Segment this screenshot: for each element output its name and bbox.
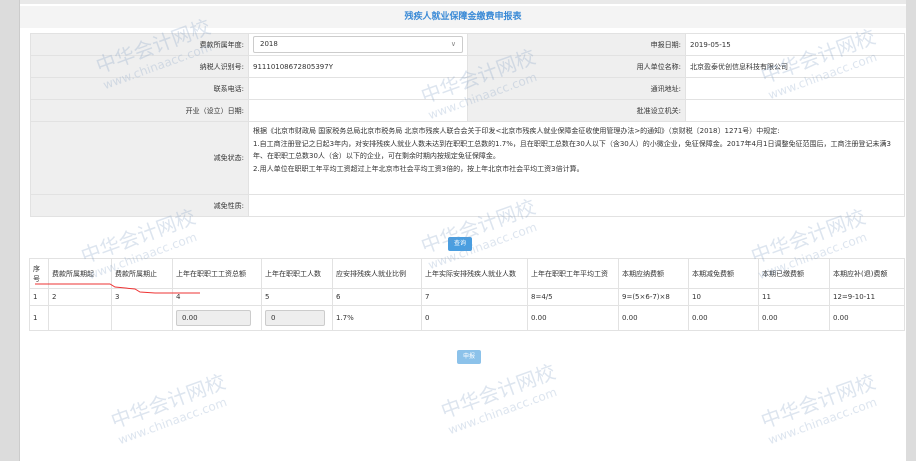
phone-label: 联系电话:	[30, 77, 249, 100]
exempt-status-label: 减免状态:	[30, 121, 249, 195]
address-label: 通讯地址:	[467, 77, 686, 100]
index-cell: 8=4/5	[527, 288, 619, 306]
exempt-notes: 根据《北京市财政局 国家税务总局北京市税务局 北京市残疾人联合会关于印发<北京市…	[248, 121, 905, 195]
employer-label: 用人单位名称:	[467, 55, 686, 78]
year-select[interactable]: 2018 ∨	[253, 36, 463, 53]
open-date-label: 开业（设立）日期:	[30, 99, 249, 122]
due-cell: 0.00	[618, 305, 689, 331]
red-annotation-line	[35, 283, 200, 294]
year-label: 费款所属年度:	[30, 33, 249, 56]
exempt-note: 2.用人单位在职职工年平均工资超过上年北京市社会平均工资3倍的，按上年北京市社会…	[253, 165, 584, 173]
date-label: 申报日期:	[467, 33, 686, 56]
index-cell: 10	[688, 288, 759, 306]
approval-label: 批准设立机关:	[467, 99, 686, 122]
exempt-cell: 0.00	[688, 305, 759, 331]
chevron-down-icon: ∨	[450, 40, 456, 48]
index-cell: 6	[332, 288, 422, 306]
taxid-label: 纳税人识别号:	[30, 55, 249, 78]
total-wage-input[interactable]: 0.00	[176, 310, 251, 326]
index-cell: 12=9-10-11	[829, 288, 905, 306]
year-value: 2018	[260, 40, 278, 48]
col-header: 本期减免费额	[688, 258, 759, 289]
phone-value	[248, 77, 468, 100]
balance-cell: 0.00	[829, 305, 905, 331]
col-header: 应安排残疾人就业比例	[332, 258, 422, 289]
taxid-value: 91110108672805397Y	[248, 55, 468, 78]
exempt-note: 1.自工商注册登记之日起3年内，对安排残疾人就业人数未达到在职职工总数的1.7%…	[253, 140, 891, 160]
page-title: 残疾人就业保障金缴费申报表	[20, 6, 906, 28]
staff-count-input[interactable]: 0	[265, 310, 325, 326]
col-header: 本期已缴费额	[758, 258, 830, 289]
actual-disabled-cell: 0	[421, 305, 528, 331]
avg-wage-cell: 0.00	[527, 305, 619, 331]
submit-button[interactable]: 申报	[457, 350, 482, 364]
index-cell: 5	[261, 288, 333, 306]
col-header: 本期应纳费额	[618, 258, 689, 289]
col-header: 本期应补(退)费额	[829, 258, 905, 289]
seq-cell: 1	[29, 305, 49, 331]
employer-value: 北京盈泰优创信息科技有限公司	[685, 55, 905, 78]
exempt-note: 根据《北京市财政局 国家税务总局北京市税务局 北京市残疾人联合会关于印发<北京市…	[253, 127, 780, 135]
exempt-nature-label: 减免性质:	[30, 194, 249, 217]
declaration-form: 费款所属年度: 2018 ∨ 申报日期: 2019-05-15 纳税人识别号: 9…	[30, 33, 905, 217]
table-row: 1 0.00 0 1.7% 0 0.00 0.00 0.00 0.00 0.00	[29, 305, 905, 331]
query-button[interactable]: 查询	[448, 237, 473, 251]
declaration-page: 残疾人就业保障金缴费申报表 费款所属年度: 2018 ∨ 申报日期: 2019-0…	[20, 4, 906, 461]
date-value: 2019-05-15	[685, 33, 905, 56]
exempt-nature-value	[248, 194, 905, 217]
scrollbar[interactable]	[906, 0, 916, 461]
paid-cell: 0.00	[758, 305, 830, 331]
index-cell: 9=(5×6-7)×8	[618, 288, 689, 306]
index-cell: 7	[421, 288, 528, 306]
start-cell	[48, 305, 112, 331]
col-header: 上年实际安排残疾人就业人数	[421, 258, 528, 289]
col-header: 上年在职职工年平均工资	[527, 258, 619, 289]
index-cell: 11	[758, 288, 830, 306]
address-value	[685, 77, 905, 100]
open-date-value	[248, 99, 468, 122]
col-header: 上年在职职工人数	[261, 258, 333, 289]
end-cell	[111, 305, 173, 331]
ratio-cell: 1.7%	[332, 305, 422, 331]
approval-value	[685, 99, 905, 122]
left-sidebar	[0, 0, 20, 461]
